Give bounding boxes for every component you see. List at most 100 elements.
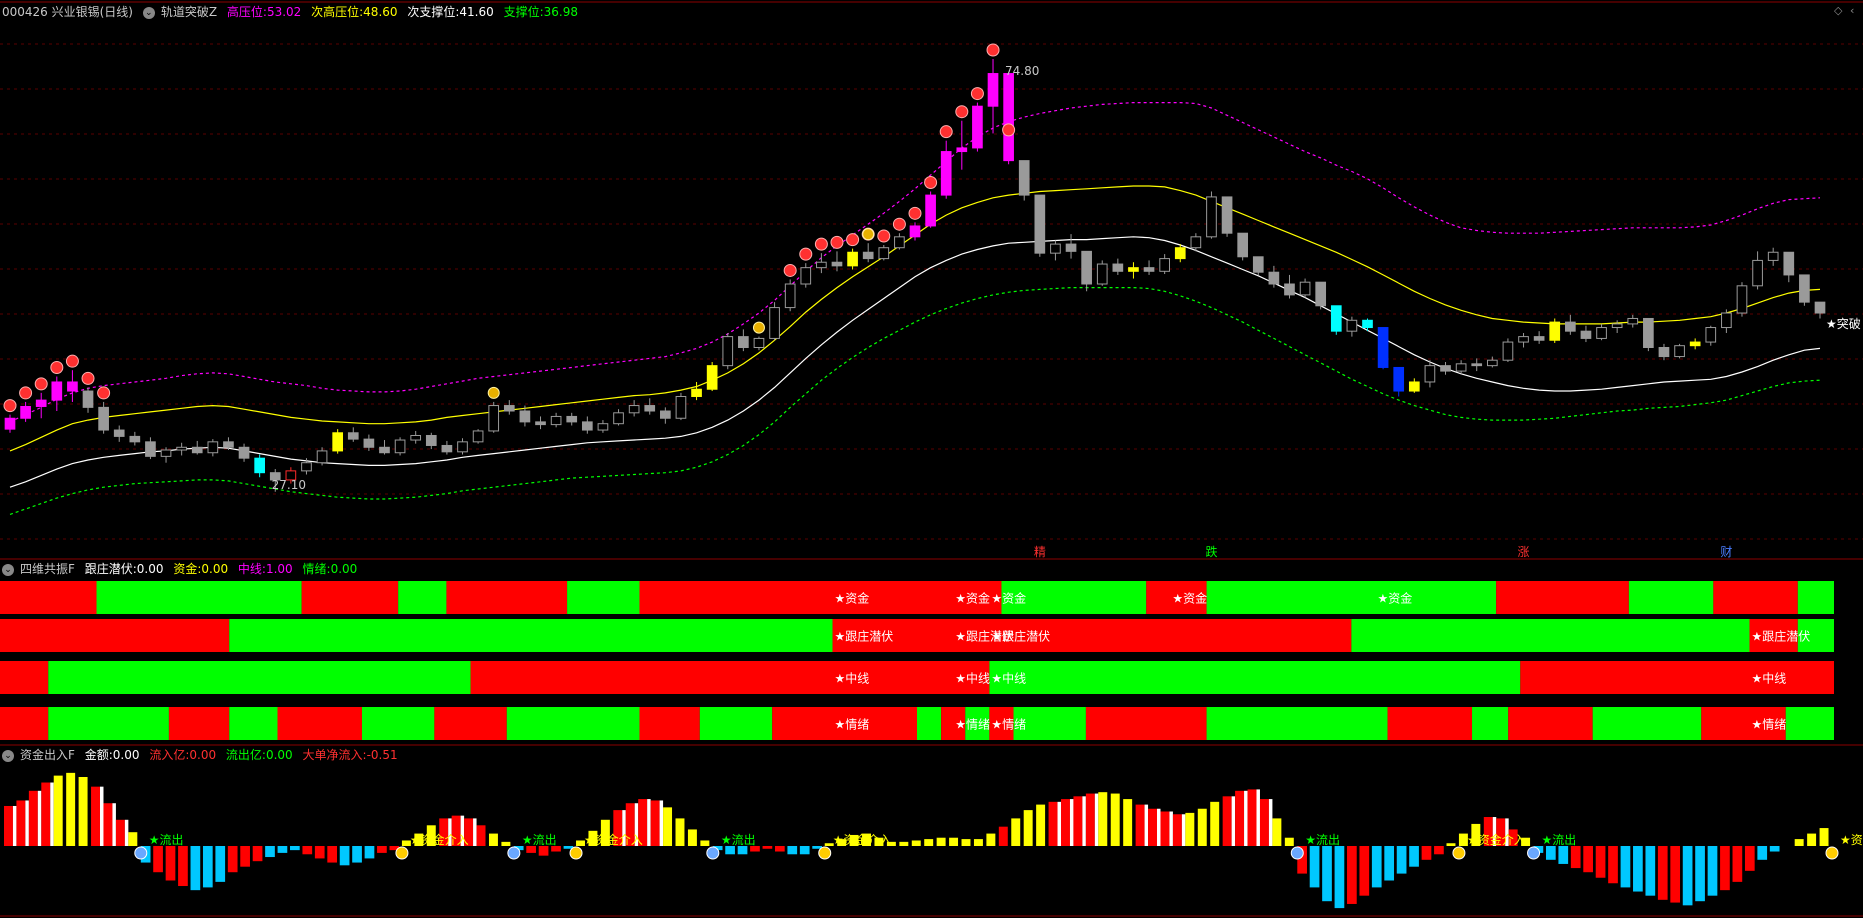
flow-bar — [1259, 799, 1269, 846]
candle-body — [1752, 259, 1763, 287]
band-line — [9, 236, 1821, 488]
flow-bar — [1309, 846, 1320, 888]
flow-bar — [799, 846, 810, 855]
flow-bar — [1595, 846, 1606, 878]
resonance-signal-label: ★资金 — [835, 591, 870, 606]
flow-bar — [1396, 846, 1407, 874]
resonance-signal-label: ★资金 — [1378, 591, 1413, 606]
flow-bar — [277, 846, 288, 853]
candle-body — [1159, 258, 1170, 272]
candle-body — [660, 410, 671, 419]
resonance-cell — [48, 661, 471, 694]
flow-bar-highlight — [1181, 814, 1186, 846]
candle-body — [706, 365, 718, 390]
candle-body — [67, 381, 78, 392]
resonance-cell — [48, 707, 169, 740]
smile-face-icon — [395, 846, 409, 860]
bottom-marker-label: 精 — [1034, 545, 1046, 559]
flow-bar — [153, 846, 163, 873]
candle-body — [457, 441, 468, 453]
flow-bar-highlight — [1244, 790, 1248, 846]
balloon-icon — [892, 217, 906, 231]
flow-bar — [1682, 846, 1693, 906]
candle-body — [613, 412, 624, 425]
flow-bar — [911, 840, 921, 846]
candle-body — [1362, 319, 1373, 329]
candle-body — [347, 432, 359, 440]
flow-bar — [339, 846, 350, 866]
flow-bar — [1620, 846, 1631, 888]
flow-bar — [1011, 818, 1021, 846]
flow-bar — [1110, 793, 1120, 846]
candle-body — [1221, 196, 1233, 234]
candle-body — [254, 457, 265, 474]
resonance-cell — [434, 707, 507, 740]
flow-bar — [252, 846, 263, 862]
flow-bar — [1197, 808, 1207, 846]
flow-bar — [1657, 846, 1668, 900]
candle-body — [191, 446, 203, 454]
flow-bar-highlight — [1169, 811, 1173, 846]
candle-body — [1252, 256, 1264, 273]
flow-bar — [762, 846, 773, 849]
resonance-cell — [917, 707, 942, 740]
resonance-cell — [229, 619, 833, 652]
flow-bar — [1061, 799, 1070, 846]
candle-body — [1065, 243, 1077, 252]
resonance-cell — [1592, 707, 1702, 740]
candle-body — [1783, 251, 1795, 276]
flow-bar — [949, 837, 959, 846]
candle-body — [113, 429, 125, 437]
candle-body — [878, 247, 890, 260]
candle-body — [1455, 363, 1467, 372]
resonance-signal-label: ★资金 — [955, 591, 990, 606]
flow-bar — [128, 832, 138, 846]
candle-body — [1565, 321, 1576, 332]
inflow-signal-label: ★资金介入 — [410, 832, 469, 847]
resonance-cell — [699, 707, 773, 740]
flow-bar — [1222, 796, 1232, 846]
resonance-cell — [1085, 707, 1207, 740]
flow-bar — [265, 846, 275, 858]
flow-bar — [675, 818, 685, 846]
smile-face-icon — [1825, 846, 1839, 860]
candle-body — [472, 430, 484, 443]
flow-bar — [53, 775, 63, 846]
flow-bar — [501, 841, 511, 846]
candle-body — [722, 336, 734, 367]
flow-bar — [1707, 846, 1718, 896]
flow-bar — [1247, 789, 1257, 846]
inflow-signal-label: ★资金介入 — [584, 832, 643, 847]
candle-body — [1643, 317, 1654, 349]
smile-face-icon — [1452, 846, 1466, 860]
candle-body — [441, 444, 453, 453]
flow-bar — [1409, 846, 1419, 867]
candle-body — [1799, 274, 1810, 303]
candle-body — [535, 421, 546, 426]
candle-body — [1767, 251, 1779, 261]
candle-body — [675, 395, 687, 419]
flow-bar — [1769, 846, 1780, 852]
flow-bar — [215, 846, 226, 882]
flow-bar-highlight — [12, 805, 17, 846]
flow-bar — [1371, 846, 1382, 888]
flow-bar — [1148, 808, 1158, 846]
flow-bar — [202, 846, 213, 888]
candle-body — [1580, 330, 1592, 339]
candle-body — [1346, 319, 1358, 332]
balloon-icon — [924, 175, 938, 189]
balloon-icon — [50, 361, 64, 375]
flow-bar — [488, 833, 498, 846]
candle-body — [1533, 336, 1545, 341]
candle-body — [379, 446, 390, 454]
flow-bar — [1446, 843, 1456, 846]
candle-body — [207, 441, 219, 454]
candle-body — [644, 405, 656, 412]
candle-body — [784, 283, 796, 309]
candle-body — [1096, 263, 1108, 285]
bottom-marker-label: 跌 — [1205, 544, 1217, 559]
flow-bar — [1421, 846, 1432, 860]
outflow-signal-label: ★流出 — [1305, 833, 1340, 847]
candle-body — [4, 417, 16, 430]
candle-body — [98, 406, 109, 431]
